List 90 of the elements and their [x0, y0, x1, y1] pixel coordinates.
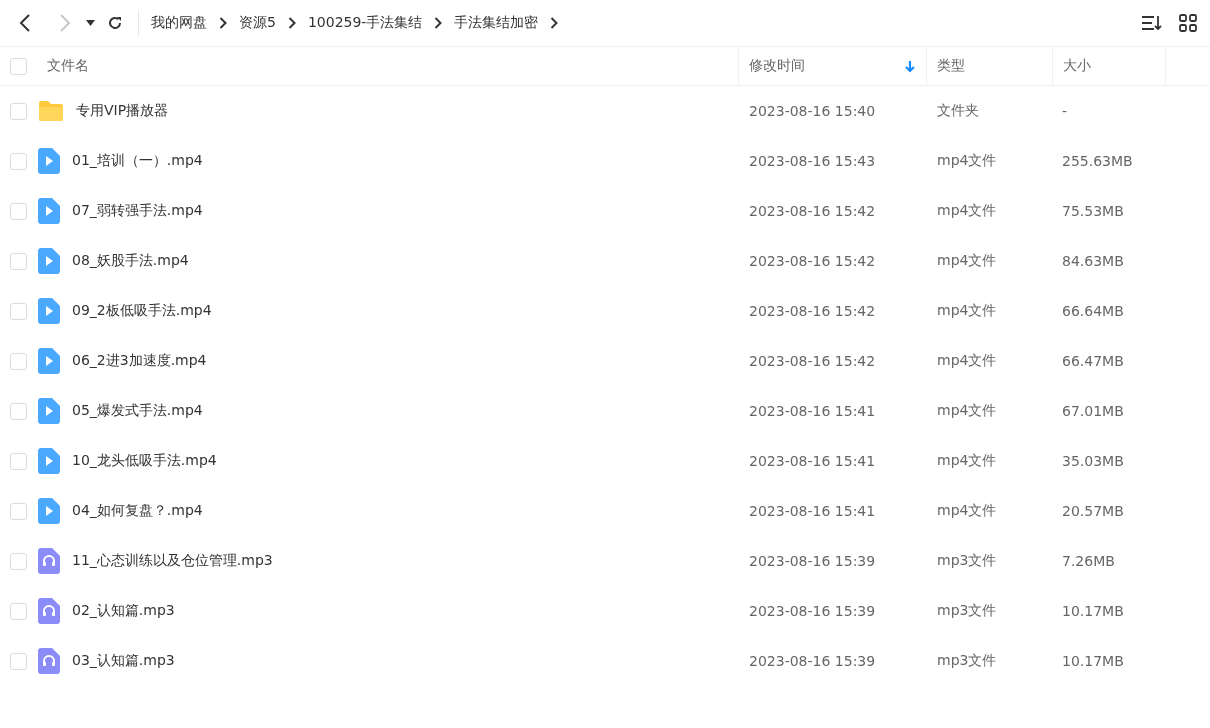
video-file-icon — [38, 298, 60, 324]
video-file-icon — [38, 398, 60, 424]
file-type: 文件夹 — [936, 102, 980, 120]
breadcrumb-link[interactable]: 手法集结加密 — [454, 14, 539, 32]
modified-time: 2023-08-16 15:42 — [748, 303, 877, 319]
file-size: 67.01MB — [1061, 403, 1125, 419]
breadcrumb-link[interactable]: 100259-手法集结 — [307, 14, 423, 32]
video-file-icon — [38, 498, 60, 524]
checkbox[interactable] — [10, 652, 27, 670]
audio-file-icon — [38, 598, 60, 624]
file-size: 10.17MB — [1061, 653, 1125, 669]
file-size: 10.17MB — [1061, 603, 1125, 619]
chevron-right-icon — [287, 17, 296, 29]
modified-time: 2023-08-16 15:41 — [748, 403, 877, 419]
file-size: 75.53MB — [1061, 203, 1125, 219]
video-file-icon — [38, 348, 60, 374]
file-type: mp3文件 — [936, 552, 998, 570]
file-type: mp3文件 — [936, 652, 998, 670]
checkbox[interactable] — [10, 352, 27, 370]
file-name[interactable]: 02_认知篇.mp3 — [72, 602, 175, 620]
folder-icon — [38, 100, 64, 122]
modified-time: 2023-08-16 15:39 — [748, 553, 877, 569]
modified-time: 2023-08-16 15:39 — [748, 603, 877, 619]
dropdown-caret-icon[interactable] — [85, 20, 95, 26]
modified-time: 2023-08-16 15:40 — [748, 103, 877, 119]
checkbox[interactable] — [10, 57, 27, 75]
checkbox[interactable] — [10, 152, 27, 170]
file-size: 7.26MB — [1061, 553, 1116, 569]
file-type: mp4文件 — [936, 502, 998, 520]
breadcrumb-link[interactable]: 我的网盘 — [151, 14, 207, 32]
breadcrumb-link[interactable]: 资源5 — [239, 14, 276, 32]
file-size: 66.64MB — [1061, 303, 1125, 319]
file-type: mp4文件 — [936, 452, 998, 470]
checkbox[interactable] — [10, 102, 27, 120]
file-size: - — [1061, 103, 1069, 119]
modified-time: 2023-08-16 15:42 — [748, 253, 877, 269]
video-file-icon — [38, 248, 60, 274]
file-type: mp4文件 — [936, 352, 998, 370]
column-header[interactable]: 文件名 — [47, 57, 728, 75]
chevron-right-icon — [434, 17, 443, 29]
modified-time: 2023-08-16 15:41 — [748, 453, 877, 469]
grid-view-icon[interactable] — [1176, 11, 1200, 35]
file-size: 84.63MB — [1061, 253, 1125, 269]
modified-time: 2023-08-16 15:39 — [748, 653, 877, 669]
file-type: mp4文件 — [936, 302, 998, 320]
modified-time: 2023-08-16 15:42 — [748, 353, 877, 369]
modified-time: 2023-08-16 15:41 — [748, 503, 877, 519]
checkbox[interactable] — [10, 252, 27, 270]
checkbox[interactable] — [10, 552, 27, 570]
checkbox[interactable] — [10, 302, 27, 320]
file-type: mp4文件 — [936, 402, 998, 420]
refresh-icon[interactable] — [107, 15, 123, 31]
file-type: mp4文件 — [936, 252, 998, 270]
column-header[interactable]: 类型 — [937, 57, 1042, 75]
file-name[interactable]: 06_2进3加速度.mp4 — [72, 352, 207, 370]
file-type: mp4文件 — [936, 152, 998, 170]
checkbox[interactable] — [10, 202, 27, 220]
file-name[interactable]: 09_2板低吸手法.mp4 — [72, 302, 212, 320]
audio-file-icon — [38, 648, 60, 674]
file-type: mp3文件 — [936, 602, 998, 620]
file-size: 255.63MB — [1061, 153, 1134, 169]
checkbox[interactable] — [10, 502, 27, 520]
file-name[interactable]: 05_爆发式手法.mp4 — [72, 402, 203, 420]
file-name[interactable]: 专用VIP播放器 — [76, 102, 169, 120]
file-name[interactable]: 04_如何复盘？.mp4 — [72, 502, 203, 520]
file-type: mp4文件 — [936, 202, 998, 220]
column-header[interactable]: 大小 — [1063, 57, 1155, 75]
file-name[interactable]: 03_认知篇.mp3 — [72, 652, 175, 670]
chevron-right-icon — [219, 17, 227, 29]
video-file-icon — [38, 448, 60, 474]
audio-file-icon — [38, 548, 60, 574]
file-name[interactable]: 07_弱转强手法.mp4 — [72, 202, 203, 220]
sort-arrow-icon[interactable] — [904, 59, 916, 73]
video-file-icon — [38, 148, 60, 174]
file-name[interactable]: 10_龙头低吸手法.mp4 — [72, 452, 217, 470]
checkbox[interactable] — [10, 402, 27, 420]
video-file-icon — [38, 198, 60, 224]
file-name[interactable]: 08_妖股手法.mp4 — [72, 252, 189, 270]
chevron-right-icon — [550, 17, 559, 29]
modified-time: 2023-08-16 15:43 — [748, 153, 877, 169]
checkbox[interactable] — [10, 452, 27, 470]
file-name[interactable]: 11_心态训练以及仓位管理.mp3 — [72, 552, 273, 570]
file-size: 35.03MB — [1061, 453, 1125, 469]
file-size: 66.47MB — [1061, 353, 1125, 369]
file-name[interactable]: 01_培训（一）.mp4 — [72, 152, 203, 170]
checkbox[interactable] — [10, 602, 27, 620]
modified-time: 2023-08-16 15:42 — [748, 203, 877, 219]
back-icon[interactable] — [19, 14, 31, 32]
file-size: 20.57MB — [1061, 503, 1125, 519]
column-header[interactable]: 修改时间 — [749, 57, 904, 75]
